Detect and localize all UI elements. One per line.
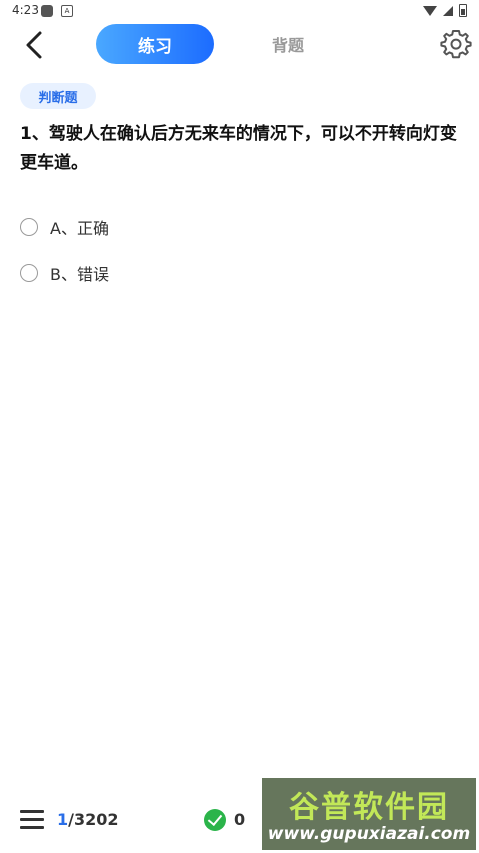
radio-icon[interactable] [20, 264, 38, 282]
status-time: 4:23 [12, 3, 39, 17]
option-b[interactable]: B、错误 [20, 260, 109, 286]
total-questions: /3202 [68, 810, 119, 829]
question-text: 1、驾驶人在确认后方无来车的情况下，可以不开转向灯变更车道。 [20, 124, 457, 173]
check-circle-icon [204, 809, 226, 831]
chevron-left-icon [26, 31, 42, 59]
wifi-icon [423, 5, 437, 16]
correct-count: 0 [234, 810, 246, 829]
settings-button[interactable] [440, 28, 472, 60]
option-a[interactable]: A、正确 [20, 214, 109, 240]
app-notification-icon: A [61, 5, 73, 17]
gear-icon [440, 30, 472, 59]
back-button[interactable] [22, 30, 48, 60]
watermark-title: 谷普软件园 [289, 790, 449, 825]
option-a-label: A、正确 [50, 219, 109, 238]
question-progress[interactable]: 1/3202 [57, 810, 119, 829]
current-question-number: 1 [57, 810, 69, 829]
option-b-label: B、错误 [50, 265, 109, 284]
battery-icon [459, 4, 467, 17]
radio-icon[interactable] [20, 218, 38, 236]
header: 练习 背题 [0, 22, 479, 68]
status-indicators [423, 4, 467, 17]
menu-icon[interactable] [20, 810, 44, 830]
tab-recite[interactable]: 背题 [248, 24, 328, 64]
watermark-url: www.gupuxiazai.com [267, 824, 471, 844]
tab-practice[interactable]: 练习 [96, 24, 214, 64]
signal-icon [443, 5, 453, 16]
status-bar: 4:23 A [0, 0, 479, 22]
question-type-badge: 判断题 [20, 83, 96, 109]
watermark: 谷普软件园 www.gupuxiazai.com [262, 778, 476, 850]
notification-icon [41, 5, 53, 17]
